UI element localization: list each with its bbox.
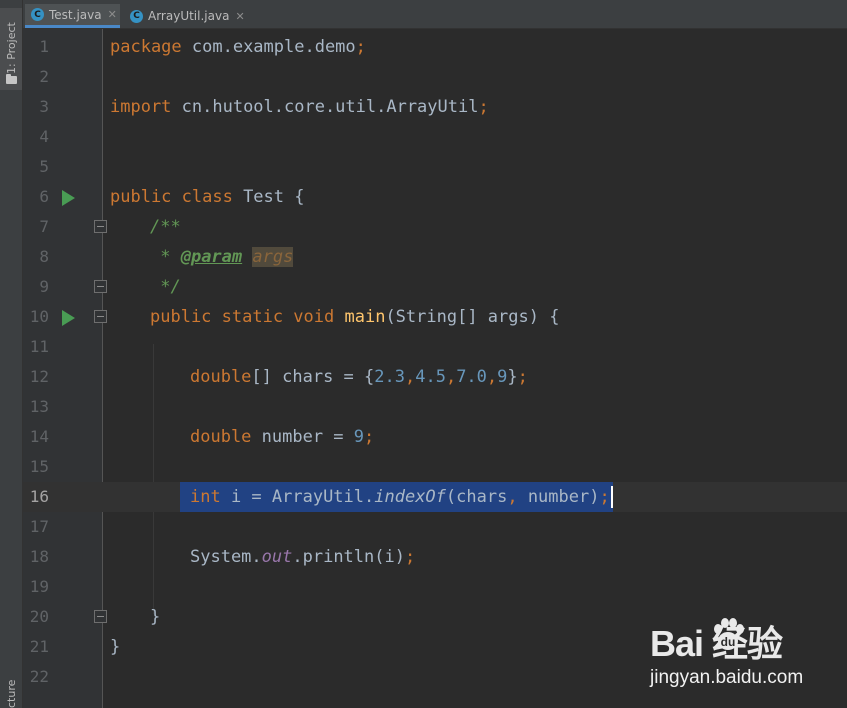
watermark-url: jingyan.baidu.com xyxy=(650,667,804,688)
text-caret xyxy=(610,486,613,508)
line-number: 20 xyxy=(29,607,49,626)
code-line[interactable]: 19 xyxy=(23,572,847,602)
code-text[interactable]: /** xyxy=(150,212,181,242)
line-number: 22 xyxy=(29,667,49,686)
code-text[interactable]: import cn.hutool.core.util.ArrayUtil; xyxy=(110,92,489,122)
code-text[interactable]: package com.example.demo; xyxy=(110,32,366,62)
line-number: 2 xyxy=(39,67,49,86)
tool-window-strip: 1: Project cture xyxy=(0,0,23,708)
code-line[interactable]: 9 */ xyxy=(23,272,847,302)
baidu-jingyan-watermark: Bai 经验 du jingyan.baidu.com xyxy=(650,615,840,705)
code-line[interactable]: 12 double[] chars = {2.3,4.5,7.0,9}; xyxy=(23,362,847,392)
line-number: 4 xyxy=(39,127,49,146)
line-number: 7 xyxy=(39,217,49,236)
structure-tool-button[interactable]: cture xyxy=(0,640,22,708)
svg-text:du: du xyxy=(721,635,736,649)
line-number: 8 xyxy=(39,247,49,266)
line-number: 3 xyxy=(39,97,49,116)
line-number: 12 xyxy=(29,367,49,386)
selected-code-text[interactable]: int i = ArrayUtil.indexOf(chars, number)… xyxy=(180,482,613,512)
line-number: 13 xyxy=(29,397,49,416)
code-editor[interactable]: 1 package com.example.demo; 2 3 import c… xyxy=(23,29,847,708)
folder-icon xyxy=(6,74,17,84)
code-text[interactable]: * @param args xyxy=(150,242,294,272)
run-gutter-icon[interactable] xyxy=(62,310,75,326)
line-number: 17 xyxy=(29,517,49,536)
code-line[interactable]: 13 xyxy=(23,392,847,422)
line-number: 15 xyxy=(29,457,49,476)
code-line[interactable]: 11 xyxy=(23,332,847,362)
java-class-icon: C xyxy=(130,9,143,23)
line-number: 6 xyxy=(39,187,49,206)
fold-icon[interactable] xyxy=(94,310,107,323)
code-line[interactable]: 7 /** xyxy=(23,212,847,242)
line-number: 11 xyxy=(29,337,49,356)
code-line[interactable]: 1 package com.example.demo; xyxy=(23,32,847,62)
code-text[interactable]: } xyxy=(150,602,160,632)
line-number: 14 xyxy=(29,427,49,446)
run-gutter-icon[interactable] xyxy=(62,190,75,206)
editor-tab-bar: C Test.java ✕ C ArrayUtil.java ✕ xyxy=(23,0,847,29)
tab-test-java[interactable]: C Test.java ✕ xyxy=(25,4,120,28)
code-line[interactable]: 10 public static void main(String[] args… xyxy=(23,302,847,332)
code-line[interactable]: 2 xyxy=(23,62,847,92)
fold-icon[interactable] xyxy=(94,220,107,233)
code-line[interactable]: 15 xyxy=(23,452,847,482)
line-number: 1 xyxy=(39,37,49,56)
code-line[interactable]: 8 * @param args xyxy=(23,242,847,272)
line-number: 5 xyxy=(39,157,49,176)
code-line[interactable]: 3 import cn.hutool.core.util.ArrayUtil; xyxy=(23,92,847,122)
code-line[interactable]: 4 xyxy=(23,122,847,152)
project-tool-button[interactable]: 1: Project xyxy=(0,8,22,90)
tab-label: ArrayUtil.java xyxy=(148,9,230,23)
structure-tool-label: cture xyxy=(5,679,18,708)
line-number: 21 xyxy=(29,637,49,656)
code-text[interactable]: double[] chars = {2.3,4.5,7.0,9}; xyxy=(190,362,528,392)
fold-icon[interactable] xyxy=(94,280,107,293)
code-line[interactable]: 17 xyxy=(23,512,847,542)
line-number: 9 xyxy=(39,277,49,296)
fold-icon[interactable] xyxy=(94,610,107,623)
tab-arrayutil-java[interactable]: C ArrayUtil.java ✕ xyxy=(124,4,252,28)
code-line-current[interactable]: 16 int i = ArrayUtil.indexOf(chars, numb… xyxy=(23,482,847,512)
code-text[interactable]: double number = 9; xyxy=(190,422,374,452)
code-text[interactable]: public class Test { xyxy=(110,182,304,212)
line-number: 10 xyxy=(29,307,49,326)
line-number: 16 xyxy=(29,487,49,506)
java-class-icon: C xyxy=(31,8,44,21)
code-text[interactable]: System.out.println(i); xyxy=(190,542,415,572)
line-number: 19 xyxy=(29,577,49,596)
close-icon[interactable]: ✕ xyxy=(108,8,117,21)
baidu-paw-icon: du xyxy=(714,618,744,650)
close-icon[interactable]: ✕ xyxy=(235,10,244,23)
code-text[interactable]: public static void main(String[] args) { xyxy=(150,302,559,332)
code-line[interactable]: 18 System.out.println(i); xyxy=(23,542,847,572)
code-line[interactable]: 6 public class Test { xyxy=(23,182,847,212)
project-tool-label: 1: Project xyxy=(5,22,18,74)
line-number: 18 xyxy=(29,547,49,566)
tab-label: Test.java xyxy=(49,7,102,22)
code-line[interactable]: 14 double number = 9; xyxy=(23,422,847,452)
code-line[interactable]: 5 xyxy=(23,152,847,182)
code-text[interactable]: } xyxy=(110,632,120,662)
code-text[interactable]: */ xyxy=(150,272,180,302)
